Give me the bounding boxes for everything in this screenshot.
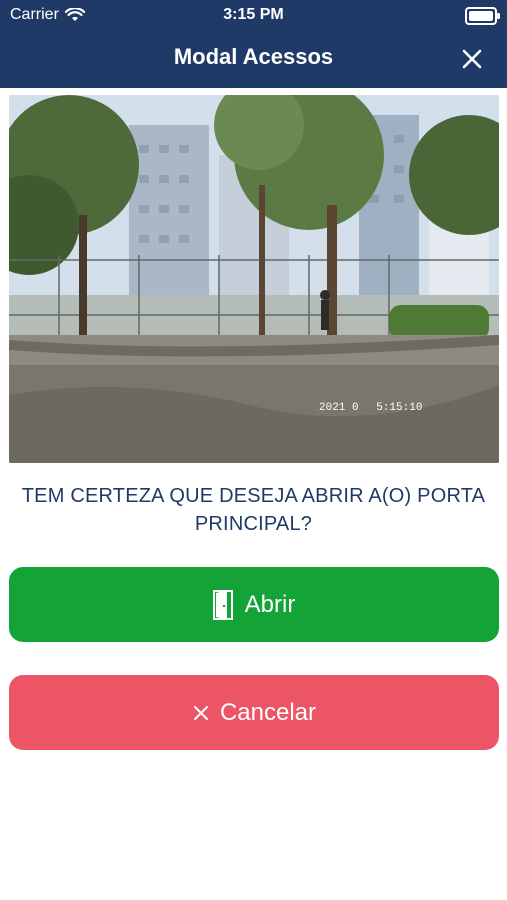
close-icon	[192, 704, 210, 722]
battery-icon	[465, 7, 500, 25]
open-button[interactable]: Abrir	[9, 567, 499, 642]
camera-timestamp: 2021 0 5:15:10	[319, 402, 422, 414]
cancel-button[interactable]: Cancelar	[9, 675, 499, 750]
page-title: Modal Acessos	[173, 44, 334, 69]
close-button[interactable]	[459, 46, 485, 72]
open-button-label: Abrir	[244, 590, 296, 618]
confirm-question: TEM CERTEZA QUE DESEJA ABRIR A(O) PORTA …	[21, 485, 486, 535]
cancel-button-label: Cancelar	[219, 698, 317, 726]
close-icon	[462, 49, 482, 69]
status-time: 3:15 PM	[223, 6, 284, 23]
door-icon	[212, 589, 235, 621]
camera-feed: 2021 0 5:15:10	[9, 95, 499, 463]
top-bar: Carrier 3:15 PM Modal Acessos	[0, 0, 507, 88]
